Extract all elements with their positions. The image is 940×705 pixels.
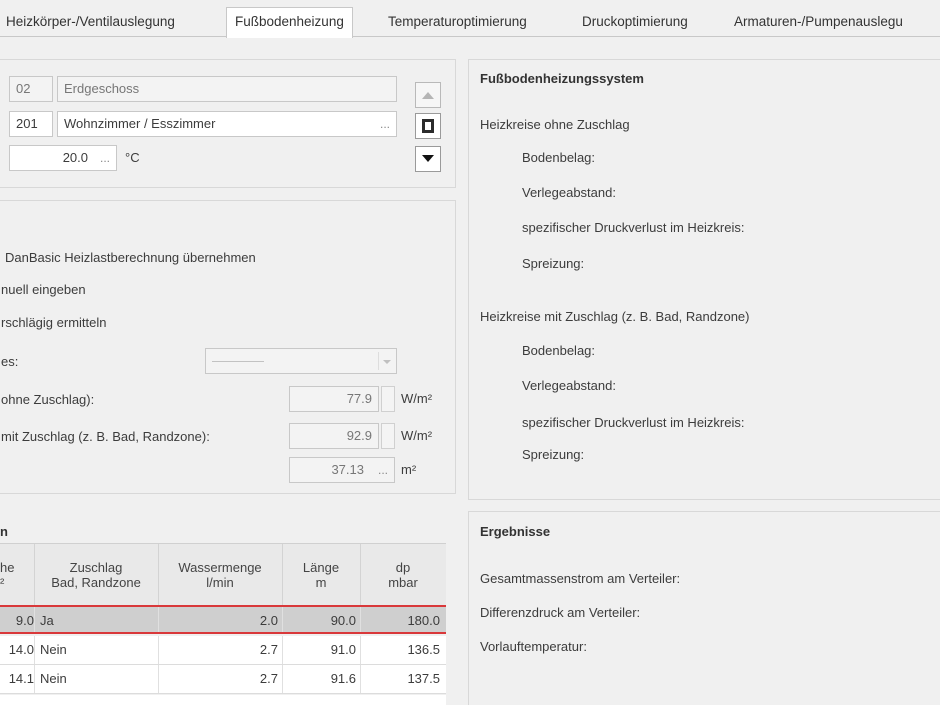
cell-wassermenge: 2.0	[259, 613, 278, 628]
chevron-down-icon	[383, 360, 391, 364]
cell-dp: 180.0	[407, 613, 440, 628]
th-flaeche: he ²	[0, 560, 15, 590]
group1-title: Heizkreise ohne Zuschlag	[480, 117, 630, 132]
g1-spreizung-label: Spreizung:	[522, 256, 585, 271]
cell-area: 9.0	[15, 613, 34, 628]
th-laenge: Länge m	[302, 560, 340, 590]
room-temperature-value: 20.0	[62, 150, 88, 165]
triangle-up-icon	[422, 92, 434, 99]
th-zuschlag: Zuschlag Bad, Randzone	[51, 560, 141, 590]
area-unit: m²	[401, 462, 417, 477]
area-value: 37.13	[331, 462, 364, 477]
room-panel: 02 Erdgeschoss 201 Wohnzimmer / Esszimme…	[0, 59, 456, 188]
area-value-field[interactable]: 37.13 ...	[289, 457, 395, 483]
results-title: Ergebnisse	[480, 524, 551, 539]
group2-title: Heizkreise mit Zuschlag (z. B. Bad, Rand…	[480, 309, 750, 324]
cell-dp: 136.5	[407, 642, 440, 657]
tab-heizkoerper[interactable]: Heizkörper-/Ventilauslegung	[6, 9, 175, 37]
cell-wassermenge: 2.7	[259, 671, 278, 686]
type-dropdown[interactable]: ————	[205, 348, 397, 374]
system-title: Fußbodenheizungssystem	[480, 71, 644, 86]
table-row[interactable]: 9.0 Ja 2.0 90.0 180.0	[0, 605, 446, 634]
room-temperature-field[interactable]: 20.0 ...	[9, 145, 117, 171]
nav-current-button[interactable]	[415, 113, 441, 139]
differenzdruck-label: Differenzdruck am Verteiler:	[480, 605, 641, 620]
table-header: he ² Zuschlag Bad, Randzone Wassermenge l/m…	[0, 543, 446, 607]
cell-area: 14.1	[8, 671, 34, 686]
g2-druckverlust-label: spezifischer Druckverlust im Heizkreis:	[522, 415, 745, 430]
row2-spinner[interactable]	[381, 423, 395, 449]
table-empty-area	[0, 695, 446, 705]
g1-druckverlust-label: spezifischer Druckverlust im Heizkreis:	[522, 220, 745, 235]
type-dropdown-value: ————	[212, 353, 264, 368]
tab-fussbodenheizung[interactable]: Fußbodenheizung	[226, 7, 353, 38]
vorlauftemperatur-label: Vorlauftemperatur:	[480, 639, 587, 654]
g1-verlegeabstand-label: Verlegeabstand:	[522, 185, 616, 200]
cell-laenge: 90.0	[330, 613, 356, 628]
tab-druckoptimierung[interactable]: Druckoptimierung	[582, 9, 688, 37]
temperature-browse-button[interactable]: ...	[100, 146, 110, 170]
tab-temperaturoptimierung[interactable]: Temperaturoptimierung	[388, 9, 527, 37]
option-ueberschlaegig-ermitteln[interactable]: rschlägig ermitteln	[1, 315, 107, 330]
massenstrom-label: Gesamtmassenstrom am Verteiler:	[480, 571, 681, 586]
g2-verlegeabstand-label: Verlegeabstand:	[522, 378, 616, 393]
table-row[interactable]: 14.1 Nein 2.7 91.6 137.5	[0, 665, 446, 694]
cell-laenge: 91.6	[330, 671, 356, 686]
heat-load-panel: DanBasic Heizlastberechnung übernehmen n…	[0, 200, 456, 494]
temperature-unit: °C	[125, 150, 140, 165]
cell-laenge: 91.0	[330, 642, 356, 657]
g2-spreizung-label: Spreizung:	[522, 447, 585, 462]
room-browse-button[interactable]: ...	[380, 112, 390, 136]
option-manuell-eingeben[interactable]: nuell eingeben	[1, 282, 86, 297]
row1-unit: W/m²	[401, 391, 433, 406]
cell-dp: 137.5	[407, 671, 440, 686]
room-number-field[interactable]: 201	[9, 111, 53, 137]
table-row[interactable]: 14.0 Nein 2.7 91.0 136.5	[0, 636, 446, 665]
th-dp: dp mbar	[388, 560, 418, 590]
g2-bodenbelag-label: Bodenbelag:	[522, 343, 596, 358]
room-name-field[interactable]: Wohnzimmer / Esszimmer ...	[57, 111, 397, 137]
g1-bodenbelag-label: Bodenbelag:	[522, 150, 596, 165]
row1-value-field[interactable]: 77.9	[289, 386, 379, 412]
cell-zuschlag: Nein	[40, 642, 67, 657]
dropdown-label: es:	[1, 354, 19, 369]
row1-label: ohne Zuschlag):	[1, 392, 95, 407]
results-panel: Ergebnisse Gesamtmassenstrom am Verteile…	[468, 511, 940, 705]
tab-armaturen[interactable]: Armaturen-/Pumpenauslegu	[734, 9, 903, 37]
floor-number-field: 02	[9, 76, 53, 102]
table-section-title: n	[0, 524, 8, 539]
option-heizlast-uebernehmen[interactable]: DanBasic Heizlastberechnung übernehmen	[5, 250, 256, 265]
row2-value-field[interactable]: 92.9	[289, 423, 379, 449]
area-browse-button[interactable]: ...	[378, 458, 388, 482]
cell-wassermenge: 2.7	[259, 642, 278, 657]
system-panel: Fußbodenheizungssystem Heizkreise ohne Z…	[468, 59, 940, 500]
row2-unit: W/m²	[401, 428, 433, 443]
dropdown-arrow[interactable]	[378, 352, 394, 370]
tab-bar: Heizkörper-/Ventilauslegung Fußbodenheiz…	[0, 0, 940, 38]
page-icon	[422, 119, 434, 133]
triangle-down-icon	[422, 155, 434, 162]
cell-area: 14.0	[8, 642, 34, 657]
cell-zuschlag: Nein	[40, 671, 67, 686]
cell-zuschlag: Ja	[40, 613, 54, 628]
nav-up-button[interactable]	[415, 82, 441, 108]
nav-down-button[interactable]	[415, 146, 441, 172]
floor-name-field: Erdgeschoss	[57, 76, 397, 102]
row1-spinner[interactable]	[381, 386, 395, 412]
row2-label: mit Zuschlag (z. B. Bad, Randzone):	[1, 429, 210, 444]
room-name-text: Wohnzimmer / Esszimmer	[64, 116, 216, 131]
th-wassermenge: Wassermenge l/min	[178, 560, 262, 590]
